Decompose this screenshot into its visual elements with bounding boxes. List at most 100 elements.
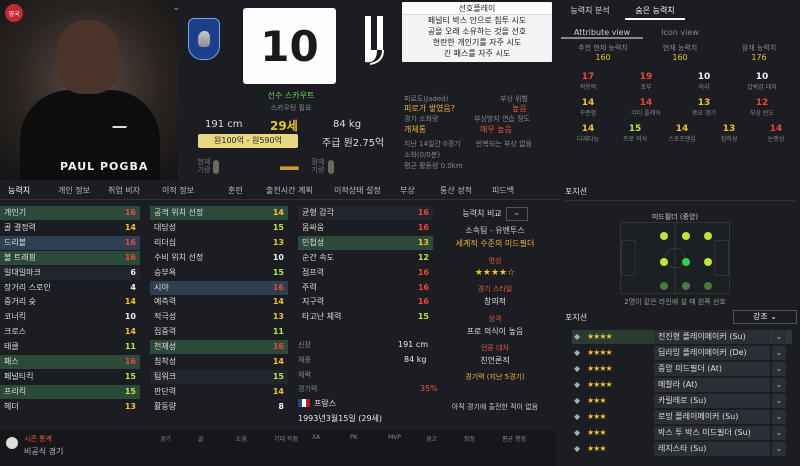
- attr-row[interactable]: 대담성 15: [150, 221, 288, 235]
- tab-7[interactable]: 부상: [400, 185, 415, 196]
- tab-8[interactable]: 통산 성적: [440, 185, 472, 196]
- phys-sharpness-value: 35%: [420, 384, 438, 393]
- scout-label[interactable]: 선수 스카우트: [256, 90, 326, 101]
- attr-row[interactable]: 활동량 8: [150, 400, 288, 414]
- attr-row[interactable]: 몸싸움 16: [298, 221, 433, 235]
- attr-row[interactable]: 순간 속도 12: [298, 251, 433, 265]
- chevron-down-icon[interactable]: ⌄: [772, 330, 786, 344]
- attr-row[interactable]: 패스 16: [0, 355, 140, 369]
- attr-row[interactable]: 집중력 11: [150, 325, 288, 339]
- attr-row[interactable]: 공격 위치 선정 14: [150, 206, 288, 220]
- role-name[interactable]: 박스 투 박스 미드필더 (Su): [654, 426, 770, 440]
- attr-row[interactable]: 민첩성 13: [298, 235, 433, 250]
- role-name[interactable]: 카릴레로 (Su): [654, 394, 770, 408]
- hidden-attr-cell: 17 적응력: [560, 72, 616, 91]
- attr-row[interactable]: 시야 16: [150, 280, 288, 295]
- chevron-down-icon[interactable]: ⌄: [772, 378, 786, 392]
- season-stats-title[interactable]: 시즌 통계: [24, 434, 52, 444]
- attr-row[interactable]: 판단력 14: [150, 385, 288, 399]
- attr-row[interactable]: 드리블 16: [0, 235, 140, 250]
- attr-row[interactable]: 헤더 13: [0, 400, 140, 414]
- chevron-down-icon[interactable]: ⌄: [772, 410, 786, 424]
- attr-row[interactable]: 크로스 14: [0, 325, 140, 339]
- role-row[interactable]: ◆ ★★★★ 중앙 미드필더 (At) ⌄: [572, 362, 792, 376]
- tab-hidden-attributes[interactable]: 숨은 능력치: [625, 5, 685, 20]
- attr-row[interactable]: 중거리 슛 14: [0, 295, 140, 309]
- tab-6[interactable]: 이적상태 설정: [334, 185, 381, 196]
- attr-row[interactable]: 지구력 16: [298, 295, 433, 309]
- role-row[interactable]: ◆ ★★★ 로밍 플레이메이커 (Su) ⌄: [572, 410, 792, 424]
- role-name[interactable]: 메찰라 (At): [654, 378, 770, 392]
- role-stars: ★★★: [587, 412, 606, 421]
- hidden-attr-cell: 14 꾸준함: [560, 98, 616, 117]
- attr-row[interactable]: 리더십 13: [150, 236, 288, 250]
- attr-row[interactable]: 균형 감각 16: [298, 206, 433, 220]
- tab-4[interactable]: 훈련: [228, 185, 243, 196]
- attr-value: 10: [124, 312, 136, 322]
- preferred-moves-box: 선호플레이 페널티 박스 안으로 침투 시도 공을 오래 소유하는 것을 선호 …: [402, 2, 552, 62]
- attr-name: 적극성: [154, 312, 177, 322]
- attr-row[interactable]: 팀워크 15: [150, 369, 288, 384]
- chevron-down-icon[interactable]: ⌄: [772, 426, 786, 440]
- attr-row[interactable]: 주력 16: [298, 281, 433, 295]
- role-name[interactable]: 전진형 플레이메이커 (Su): [654, 330, 770, 344]
- pitch-diagram: [620, 222, 730, 294]
- attr-row[interactable]: 페널티킥 15: [0, 370, 140, 384]
- chevron-down-icon[interactable]: ⌄: [772, 442, 786, 456]
- attr-row[interactable]: 골 결정력 14: [0, 221, 140, 235]
- role-name[interactable]: 레지스타 (Su): [654, 442, 770, 456]
- role-name[interactable]: 로밍 플레이메이커 (Su): [654, 410, 770, 424]
- role-row[interactable]: ◆ ★★★★ 딥라잉 플레이메이커 (De) ⌄: [572, 346, 792, 360]
- role-row[interactable]: ◆ ★★★ 카릴레로 (Su) ⌄: [572, 394, 792, 408]
- attr-name: 리더십: [154, 237, 177, 247]
- tab-5[interactable]: 출전시간 계획: [266, 185, 313, 196]
- role-name[interactable]: 딥라잉 플레이메이커 (De): [654, 346, 770, 360]
- tab-attribute-view[interactable]: Attribute view: [561, 27, 643, 39]
- role-row[interactable]: ◆ ★★★★ 전진형 플레이메이커 (Su) ⌄: [572, 330, 792, 344]
- tab-2[interactable]: 취업 비자: [108, 185, 140, 196]
- attr-row[interactable]: 침착성 14: [150, 355, 288, 369]
- tab-9[interactable]: 피드백: [492, 185, 514, 196]
- tab-3[interactable]: 이적 정보: [162, 185, 194, 196]
- chevron-down-icon[interactable]: ⌄: [772, 346, 786, 360]
- role-name[interactable]: 중앙 미드필더 (At): [654, 362, 770, 376]
- attr-row[interactable]: 장거리 스로인 4: [0, 281, 140, 295]
- attr-row[interactable]: 점프력 16: [298, 266, 433, 280]
- attr-row[interactable]: 코너킥 10: [0, 310, 140, 324]
- attr-row[interactable]: 볼 트래핑 16: [0, 250, 140, 265]
- role-row[interactable]: ◆ ★★★ 레지스타 (Su) ⌄: [572, 442, 792, 456]
- attr-row[interactable]: 개인기 16: [0, 206, 140, 220]
- settings-icon[interactable]: [6, 437, 18, 449]
- attr-value: 16: [272, 282, 284, 292]
- attr-row[interactable]: 예측력 14: [150, 295, 288, 309]
- chevron-down-icon[interactable]: ⌄: [172, 2, 180, 13]
- attr-row[interactable]: 적극성 13: [150, 310, 288, 324]
- attr-value: 13: [417, 237, 429, 247]
- tab-1[interactable]: 개인 정보: [58, 185, 90, 196]
- chevron-down-icon[interactable]: ⌄: [772, 362, 786, 376]
- attr-row[interactable]: 태클 11: [0, 340, 140, 354]
- attr-value: 10: [272, 252, 284, 262]
- attr-row[interactable]: 수비 위치 선정 10: [150, 251, 288, 265]
- attr-row[interactable]: 타고난 체력 15: [298, 310, 433, 324]
- attr-name: 판단력: [154, 386, 177, 396]
- attr-row[interactable]: 프리킥 15: [0, 384, 140, 399]
- position-dot: [660, 282, 668, 290]
- strength-select[interactable]: 강조 ⌄: [733, 310, 797, 324]
- form-label: 경기력 (지난 5경기): [465, 373, 525, 381]
- tab-0[interactable]: 능력치: [8, 185, 30, 196]
- attr-row[interactable]: 천재성 16: [150, 340, 288, 355]
- role-row[interactable]: ◆ ★★★★ 메찰라 (At) ⌄: [572, 378, 792, 392]
- hidden-attr-label: 적응력: [579, 84, 597, 91]
- attr-row[interactable]: 일대일마크 6: [0, 265, 140, 280]
- role-row[interactable]: ◆ ★★★ 박스 투 박스 미드필더 (Su) ⌄: [572, 426, 792, 440]
- compare-dropdown[interactable]: ⌄: [505, 207, 528, 221]
- attr-row[interactable]: 승부욕 15: [150, 266, 288, 280]
- tab-icon-view[interactable]: Icon view: [645, 27, 715, 39]
- player-name: PAUL POGBA: [60, 160, 149, 173]
- chevron-down-icon[interactable]: ⌄: [772, 394, 786, 408]
- tab-attribute-analysis[interactable]: 능력치 분석: [560, 5, 620, 16]
- injury-prevention-label: 부상방지 연습 정도: [474, 115, 530, 123]
- hidden-attr-label: 더티 플레이: [631, 110, 661, 117]
- role-icon: ◆: [574, 428, 581, 437]
